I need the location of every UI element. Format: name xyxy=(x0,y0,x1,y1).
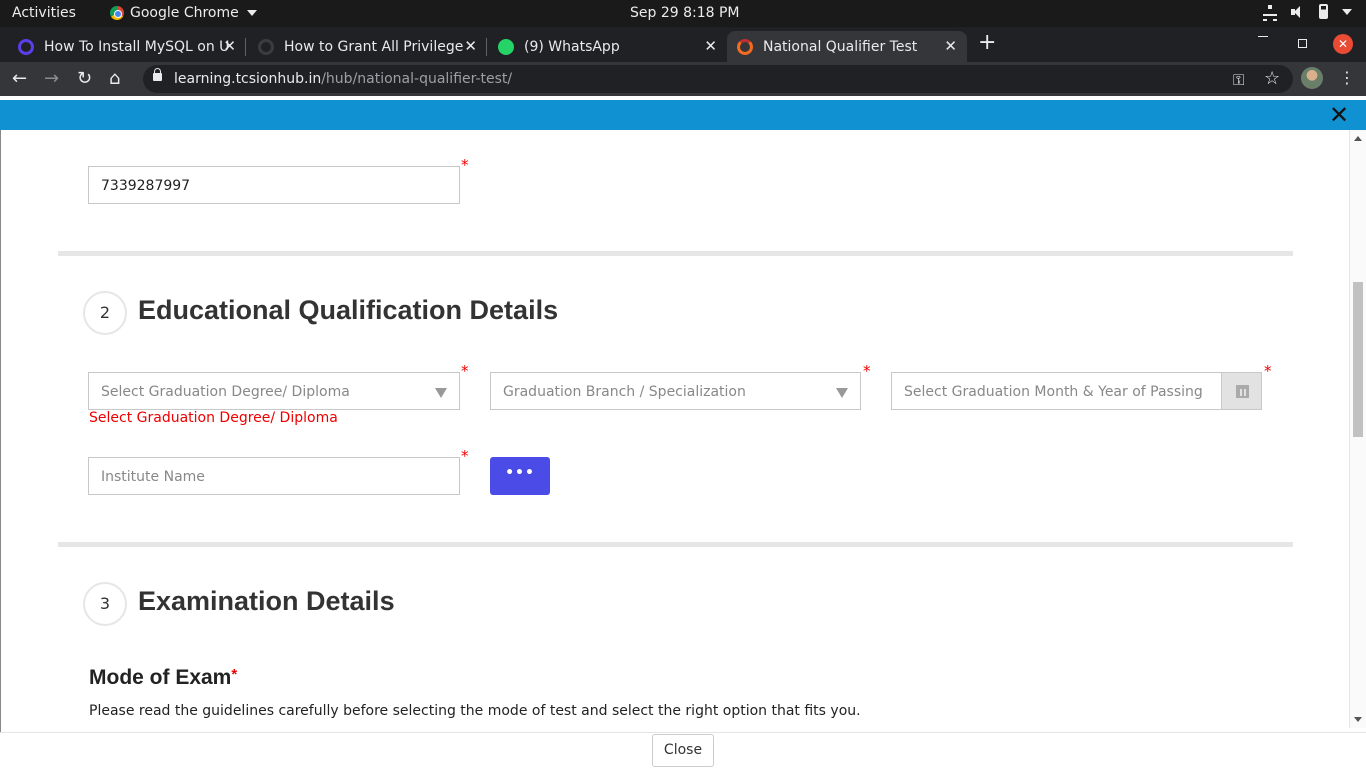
minimize-icon[interactable] xyxy=(1258,36,1268,37)
required-marker: * xyxy=(231,666,238,683)
institute-name-input[interactable]: Institute Name xyxy=(88,457,460,495)
guidelines-text: Please read the guidelines carefully bef… xyxy=(89,703,861,719)
step-number-badge: 3 xyxy=(83,582,127,626)
graduation-degree-select[interactable]: Select Graduation Degree/ Diploma xyxy=(88,372,460,410)
required-marker: * xyxy=(863,362,871,380)
scroll-up-arrow-icon[interactable] xyxy=(1354,136,1362,141)
section-title-education: Educational Qualification Details xyxy=(138,295,559,325)
section-divider xyxy=(58,542,1293,547)
tab-strip: How To Install MySQL on U ✕ How to Grant… xyxy=(0,27,1366,62)
scrollbar[interactable] xyxy=(1349,130,1366,728)
back-arrow-icon[interactable]: ← xyxy=(12,68,27,89)
lock-icon[interactable] xyxy=(153,68,162,81)
more-vert-icon[interactable]: ⋮ xyxy=(1339,68,1355,87)
modal-footer: Close xyxy=(0,732,1366,768)
phone-number-field[interactable]: 7339287997 xyxy=(88,166,460,204)
close-icon[interactable]: ✕ xyxy=(704,37,717,55)
tab-favicon-icon xyxy=(737,38,753,55)
close-icon[interactable]: ✕ xyxy=(1329,103,1349,127)
url-text[interactable]: learning.tcsionhub.in/hub/national-quali… xyxy=(174,71,512,87)
more-options-button[interactable]: ••• xyxy=(490,457,550,495)
modal-left-border xyxy=(0,130,1,768)
network-icon xyxy=(1263,4,1277,21)
tab-mysql[interactable]: How To Install MySQL on U ✕ xyxy=(0,31,246,62)
tab-whatsapp[interactable]: (9) WhatsApp ✕ xyxy=(487,31,727,62)
section-divider xyxy=(58,251,1293,256)
tab-title: How To Install MySQL on U xyxy=(44,38,230,55)
passing-month-year-input[interactable]: Select Graduation Month & Year of Passin… xyxy=(891,372,1222,410)
tab-title: National Qualifier Test xyxy=(763,38,918,55)
close-icon[interactable]: ✕ xyxy=(223,37,236,55)
forward-arrow-icon[interactable]: → xyxy=(44,68,59,89)
address-bar[interactable]: learning.tcsionhub.in/hub/national-quali… xyxy=(143,65,1293,93)
required-marker: * xyxy=(461,362,469,380)
degree-error-message: Select Graduation Degree/ Diploma xyxy=(89,410,338,426)
required-marker: * xyxy=(461,447,469,465)
browser-toolbar: ← → ↻ ⌂ learning.tcsionhub.in/hub/nation… xyxy=(0,62,1366,96)
clock[interactable]: Sep 29 8:18 PM xyxy=(630,5,740,21)
required-marker: * xyxy=(461,156,469,174)
calendar-icon xyxy=(1236,385,1249,398)
reload-icon[interactable]: ↻ xyxy=(77,68,92,89)
url-path: /hub/national-qualifier-test/ xyxy=(321,71,513,87)
graduation-branch-select[interactable]: Graduation Branch / Specialization xyxy=(490,372,861,410)
chevron-down-icon xyxy=(1342,8,1352,15)
select-placeholder: Select Graduation Degree/ Diploma xyxy=(101,384,350,400)
mode-of-exam-label: Mode of Exam* xyxy=(89,666,237,690)
app-name: Google Chrome xyxy=(130,5,239,21)
chrome-icon xyxy=(110,6,124,20)
home-icon[interactable]: ⌂ xyxy=(109,68,120,89)
tab-national-qualifier-test[interactable]: National Qualifier Test ✕ xyxy=(727,31,967,62)
close-icon[interactable]: ✕ xyxy=(464,37,477,55)
maximize-icon[interactable] xyxy=(1298,39,1307,48)
scrollbar-thumb[interactable] xyxy=(1353,282,1363,437)
app-menu[interactable]: Google Chrome xyxy=(110,5,257,21)
input-placeholder: Institute Name xyxy=(101,469,205,485)
battery-icon xyxy=(1319,4,1328,19)
input-placeholder: Select Graduation Month & Year of Passin… xyxy=(904,384,1203,400)
whatsapp-icon xyxy=(498,38,514,55)
activities-button[interactable]: Activities xyxy=(12,5,76,21)
close-button[interactable]: Close xyxy=(652,734,714,767)
step-number-badge: 2 xyxy=(83,291,127,335)
tab-title: How to Grant All Privilege xyxy=(284,38,464,55)
scroll-down-arrow-icon[interactable] xyxy=(1354,717,1362,722)
tab-grant-privileges[interactable]: How to Grant All Privilege ✕ xyxy=(246,31,487,62)
tab-title: (9) WhatsApp xyxy=(524,38,620,55)
close-icon[interactable]: ✕ xyxy=(944,37,957,55)
dropdown-arrow-icon xyxy=(836,388,848,398)
system-tray[interactable] xyxy=(1263,4,1352,21)
required-marker: * xyxy=(1264,362,1272,380)
tab-favicon-icon xyxy=(258,38,274,55)
select-placeholder: Graduation Branch / Specialization xyxy=(503,384,746,400)
profile-avatar[interactable] xyxy=(1301,67,1323,89)
key-icon[interactable]: ⚿ xyxy=(1233,71,1244,89)
dropdown-arrow-icon xyxy=(435,388,447,398)
chevron-down-icon xyxy=(246,10,257,16)
modal-header xyxy=(0,100,1366,130)
calendar-button[interactable] xyxy=(1221,372,1262,410)
mode-label-text: Mode of Exam xyxy=(89,666,232,689)
volume-icon xyxy=(1291,5,1305,19)
tab-favicon-icon xyxy=(18,38,34,55)
window-close-icon[interactable]: ✕ xyxy=(1333,34,1353,54)
new-tab-plus-icon[interactable]: + xyxy=(978,32,996,54)
system-top-bar: Activities Google Chrome Sep 29 8:18 PM xyxy=(0,0,1366,27)
bookmark-star-icon[interactable]: ☆ xyxy=(1264,68,1280,89)
page-content: ✕ 7339287997 * 2 Educational Qualificati… xyxy=(0,96,1366,768)
section-title-examination: Examination Details xyxy=(138,586,395,616)
url-domain: learning.tcsionhub.in xyxy=(174,71,322,87)
